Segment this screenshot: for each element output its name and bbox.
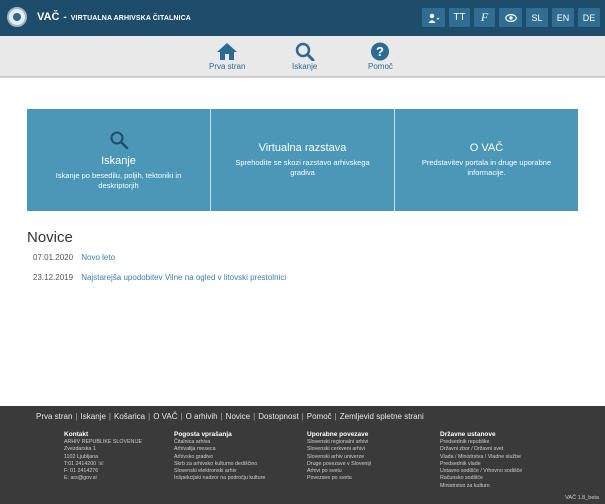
- footer-faq-link[interactable]: Arhivsko gradivo: [174, 454, 265, 461]
- font-size-button[interactable]: TT: [449, 8, 470, 27]
- footer-separator: |: [220, 412, 223, 421]
- footer-contact-line: T:01 2414200 ☏: [64, 460, 105, 467]
- footer-faq-link[interactable]: Slovenski elektronski arhiv: [174, 468, 265, 475]
- nav-home[interactable]: Prva stran: [209, 42, 245, 71]
- brand-title[interactable]: VAČ - VIRTUALNA ARHIVSKA ČITALNICA: [37, 11, 191, 23]
- tile-about-desc: Predstavitev portala in druge uporabne i…: [421, 158, 552, 177]
- footer-contact-line: Zvezdarska 1: [64, 446, 96, 453]
- user-icon: [428, 13, 439, 23]
- footer-faq-link[interactable]: Skrb za arhivsko kulturno dediščino: [174, 461, 265, 468]
- version-label: VAČ 1.8_beta: [565, 495, 599, 501]
- footer-institution-link[interactable]: Ministrstvo za kulturo: [440, 483, 522, 490]
- news-date: 23.12.2019: [33, 273, 74, 282]
- contrast-button[interactable]: [499, 8, 522, 27]
- lang-de-button[interactable]: DE: [578, 8, 600, 27]
- main-nav: Prva stran Iskanje ? Pomoč: [0, 36, 605, 78]
- footer-useful-link[interactable]: Druge povezave v Sloveniji: [307, 461, 371, 468]
- tile-about-title: O VAČ: [469, 142, 504, 154]
- news-link[interactable]: Najstarejša upodobitev Vilne na ogled v …: [81, 273, 286, 282]
- footer-institution-link[interactable]: Računsko sodišče: [440, 475, 522, 482]
- logo-icon[interactable]: [7, 7, 27, 27]
- footer-faq-link[interactable]: Inšpekcijski nadzor na področju kulture: [174, 475, 265, 482]
- footer-contact-heading: Kontakt: [64, 431, 89, 438]
- tile-search[interactable]: Iskanje Iskanje po besedilu, poljih, tek…: [27, 109, 210, 211]
- footer-separator: |: [148, 412, 151, 421]
- footer-useful-heading: Uporabne povezave: [307, 431, 369, 438]
- footer-useful-link[interactable]: Slovenski regionalni arhivi: [307, 439, 371, 446]
- footer-link-about[interactable]: O VAČ: [153, 412, 177, 421]
- footer-link-archives[interactable]: O arhivih: [186, 412, 218, 421]
- brand-short: VAČ: [37, 11, 60, 23]
- footer-contact-email[interactable]: E: ars@gov.si: [64, 475, 142, 482]
- footer-useful-link[interactable]: Arhivi po svetu: [307, 468, 371, 475]
- cursive-font-icon: F: [480, 10, 489, 24]
- nav-search-label: Iskanje: [292, 62, 318, 71]
- news-item: 07.01.2020 Novo leto: [33, 253, 115, 262]
- footer-institutions: Državne ustanove Predsednik republike Dr…: [440, 430, 522, 490]
- news-date: 07.01.2020: [33, 253, 74, 262]
- footer-link-accessibility[interactable]: Dostopnost: [258, 412, 298, 421]
- footer-link-cart[interactable]: Košarica: [114, 412, 145, 421]
- footer-faq-link[interactable]: Arhivalija meseca: [174, 446, 265, 453]
- footer-faq-link[interactable]: Čitalnica arhiva: [174, 439, 265, 446]
- footer-link-search[interactable]: Iskanje: [81, 412, 106, 421]
- footer-useful-link[interactable]: Slovenski arhiv univerze: [307, 454, 371, 461]
- footer-contact-line: 1102 Ljubljana: [64, 453, 99, 460]
- home-icon: [217, 43, 238, 60]
- tile-about[interactable]: O VAČ Predstavitev portala in druge upor…: [394, 109, 578, 211]
- footer-link-home[interactable]: Prva stran: [36, 412, 72, 421]
- feature-tiles: Iskanje Iskanje po besedilu, poljih, tek…: [27, 109, 578, 211]
- svg-text:?: ?: [376, 44, 384, 59]
- top-bar: VAČ - VIRTUALNA ARHIVSKA ČITALNICA TT F SL…: [0, 0, 605, 36]
- news-link[interactable]: Novo leto: [81, 253, 115, 262]
- footer-link-news[interactable]: Novice: [226, 412, 250, 421]
- footer-institution-link[interactable]: Državni zbor / Državni svet: [440, 446, 522, 453]
- footer-link-sitemap[interactable]: Zemljevid spletne strani: [340, 412, 424, 421]
- user-menu-button[interactable]: [422, 8, 445, 27]
- footer-contact: Kontakt ARHIV REPUBLIKE SLOVENIJE Zvezda…: [64, 430, 142, 483]
- footer-institution-link[interactable]: Vlada / Ministrstva / Vladne službe: [440, 454, 522, 461]
- footer-separator: |: [301, 412, 304, 421]
- nav-home-label: Prva stran: [209, 62, 246, 71]
- tile-exhibition[interactable]: Virtualna razstava Sprehodite se skozi r…: [210, 109, 394, 211]
- footer-separator: |: [334, 412, 337, 421]
- footer-link-help[interactable]: Pomoč: [307, 412, 332, 421]
- nav-help[interactable]: ? Pomoč: [368, 42, 393, 71]
- search-icon: [295, 42, 315, 61]
- footer-faq-heading: Pogosta vprašanja: [174, 431, 232, 438]
- dyslexic-font-button[interactable]: F: [474, 8, 495, 27]
- footer-institution-link[interactable]: Predsednik vlade: [440, 461, 522, 468]
- footer-useful-link[interactable]: Slovenski cerkveni arhivi: [307, 446, 371, 453]
- news-heading: Novice: [27, 229, 73, 246]
- footer-contact-line: F: 01 2414276: [64, 468, 99, 475]
- footer-links: Prva stran | Iskanje | Košarica | O VAČ | O arhi…: [36, 412, 424, 421]
- font-size-icon: TT: [453, 12, 466, 23]
- brand-full: VIRTUALNA ARHIVSKA ČITALNICA: [70, 15, 191, 22]
- footer-separator: |: [253, 412, 256, 421]
- footer-institution-link[interactable]: Predsednik republike: [440, 439, 522, 446]
- footer-contact-line: ARHIV REPUBLIKE SLOVENIJE: [64, 439, 143, 445]
- footer-separator: |: [75, 412, 78, 421]
- brand-separator: -: [63, 12, 67, 23]
- footer-faq: Pogosta vprašanja Čitalnica arhiva Arhiv…: [174, 430, 265, 483]
- tile-exhibition-desc: Sprehodite se skozi razstavo arhivskega …: [235, 158, 370, 177]
- footer-useful-link[interactable]: Povezave po svetu: [307, 475, 371, 482]
- news-item: 23.12.2019 Najstarejša upodobitev Vilne …: [33, 273, 286, 282]
- footer-institution-link[interactable]: Ustavno sodišče / Vrhovno sodišče: [440, 468, 522, 475]
- nav-help-label: Pomoč: [368, 62, 393, 71]
- lang-sl-button[interactable]: SL: [526, 8, 548, 27]
- search-icon: [110, 131, 128, 149]
- lang-en-button[interactable]: EN: [552, 8, 574, 27]
- help-icon: ?: [371, 42, 390, 61]
- footer-separator: |: [180, 412, 183, 421]
- tile-search-title: Iskanje: [101, 154, 136, 167]
- footer: Prva stran | Iskanje | Košarica | O VAČ | O arhi…: [0, 406, 605, 504]
- tile-search-desc: Iskanje po besedilu, poljih, tektoniki i…: [55, 170, 182, 190]
- footer-separator: |: [108, 412, 111, 421]
- footer-useful-links: Uporabne povezave Slovenski regionalni a…: [307, 430, 371, 483]
- nav-search[interactable]: Iskanje: [292, 42, 317, 71]
- footer-institutions-heading: Državne ustanove: [440, 431, 496, 438]
- eye-icon: [504, 13, 517, 22]
- tile-exhibition-title: Virtualna razstava: [258, 142, 347, 154]
